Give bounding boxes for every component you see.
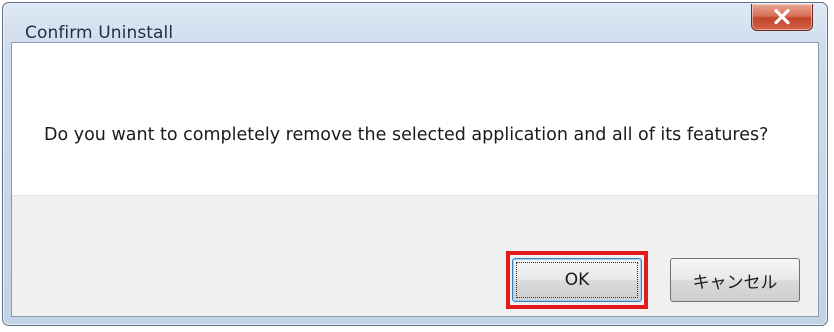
cancel-button[interactable]: キャンセル xyxy=(670,258,800,302)
cancel-button-label: キャンセル xyxy=(692,272,778,293)
ok-button[interactable]: OK xyxy=(512,258,642,302)
dialog-content: Do you want to completely remove the sel… xyxy=(11,42,819,317)
window-title: Confirm Uninstall xyxy=(25,23,174,43)
ok-button-label: OK xyxy=(564,270,590,290)
message-area: Do you want to completely remove the sel… xyxy=(12,43,818,195)
button-area: OK キャンセル xyxy=(12,195,818,316)
dialog-window: Confirm Uninstall Do you want to complet… xyxy=(2,2,828,326)
confirmation-message: Do you want to completely remove the sel… xyxy=(44,125,769,145)
close-icon xyxy=(774,9,790,25)
close-button[interactable] xyxy=(751,4,813,31)
